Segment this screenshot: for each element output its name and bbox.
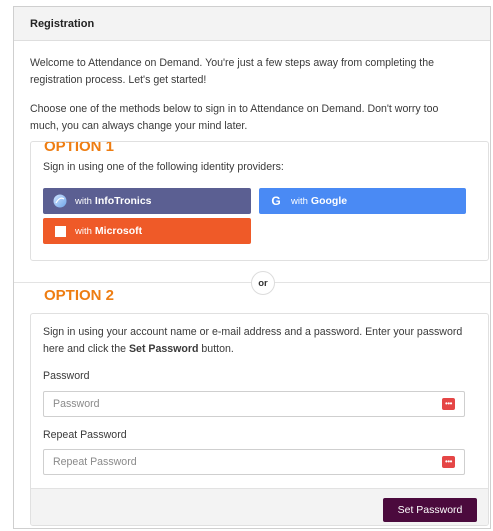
password-field-wrapper: ••• bbox=[43, 391, 465, 417]
repeat-password-manager-icon[interactable]: ••• bbox=[442, 456, 455, 468]
form-footer: Set Password bbox=[31, 488, 488, 525]
choose-method-text: Choose one of the methods below to sign … bbox=[30, 103, 439, 132]
option1-section: Sign in using one of the following ident… bbox=[30, 141, 489, 261]
welcome-text: Welcome to Attendance on Demand. You're … bbox=[30, 57, 435, 86]
microsoft-icon bbox=[53, 224, 67, 238]
infotronics-signin-button[interactable]: with InfoTronics bbox=[43, 188, 251, 214]
set-password-button[interactable]: Set Password bbox=[383, 498, 477, 522]
or-divider: or bbox=[251, 271, 275, 295]
instructions-pre: Sign in using your account name or e-mai… bbox=[43, 326, 463, 355]
microsoft-prefix: with bbox=[75, 225, 92, 237]
option2-section: Sign in using your account name or e-mai… bbox=[30, 313, 489, 526]
google-prefix: with bbox=[291, 195, 308, 207]
panel-title: Registration bbox=[30, 17, 95, 30]
panel-header: Registration bbox=[14, 7, 490, 41]
instructions-post: button. bbox=[198, 343, 234, 355]
google-signin-button[interactable]: G with Google bbox=[259, 188, 466, 214]
option2-title: OPTION 2 bbox=[44, 287, 115, 304]
repeat-password-field-wrapper: ••• bbox=[43, 449, 465, 475]
repeat-password-input[interactable] bbox=[44, 455, 442, 469]
password-instructions: Sign in using your account name or e-mai… bbox=[43, 324, 475, 358]
registration-panel: Registration Welcome to Attendance on De… bbox=[13, 6, 491, 529]
infotronics-prefix: with bbox=[75, 195, 92, 207]
infotronics-icon bbox=[53, 194, 67, 208]
microsoft-label: Microsoft bbox=[94, 225, 143, 237]
password-manager-icon[interactable]: ••• bbox=[442, 398, 455, 410]
infotronics-label: InfoTronics bbox=[94, 195, 152, 207]
password-label: Password bbox=[43, 370, 90, 382]
instructions-bold: Set Password bbox=[128, 343, 199, 355]
microsoft-signin-button[interactable]: with Microsoft bbox=[43, 218, 251, 244]
google-icon: G bbox=[271, 194, 281, 208]
provider-hint: Sign in using one of the following ident… bbox=[43, 161, 284, 173]
google-label: Google bbox=[310, 195, 348, 207]
password-input[interactable] bbox=[44, 397, 442, 411]
repeat-password-label: Repeat Password bbox=[43, 429, 127, 441]
